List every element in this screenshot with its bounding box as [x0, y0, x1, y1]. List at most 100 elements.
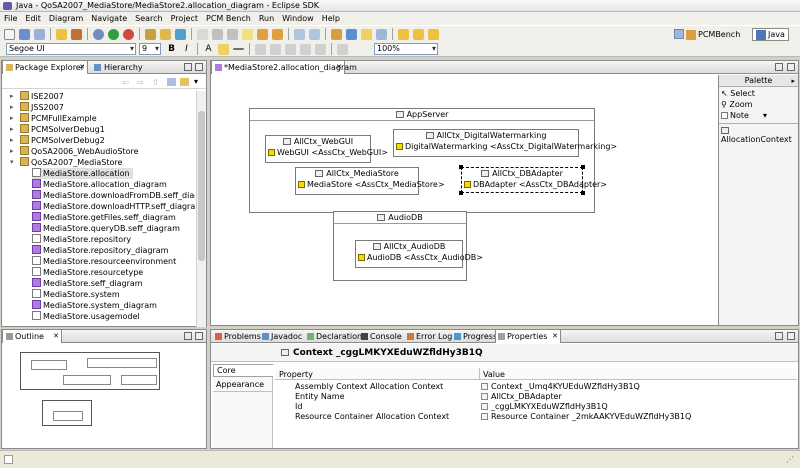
- allocation-context-digitalwatermarking[interactable]: AllCtx_DigitalWatermarking DigitalWaterm…: [393, 129, 617, 157]
- folder-icon[interactable]: [398, 28, 409, 40]
- resize-grip-icon[interactable]: ⋰: [786, 455, 794, 464]
- open-type-icon[interactable]: [56, 28, 67, 40]
- outline-thumbnail-audiodb[interactable]: [42, 400, 92, 426]
- tree-item-project[interactable]: PCMSolverDebug2 ▸: [10, 135, 105, 146]
- external-tools-icon[interactable]: [123, 28, 134, 40]
- filter-icon[interactable]: [294, 28, 305, 40]
- link-with-editor-icon[interactable]: [180, 78, 189, 86]
- tree-item-file[interactable]: MediaStore.queryDB.seff_diagram: [32, 223, 180, 234]
- tree-item-file[interactable]: MediaStore.allocation: [32, 168, 133, 179]
- font-family-combo[interactable]: Segoe UI: [6, 43, 136, 55]
- tab-progress[interactable]: Progress: [452, 330, 500, 343]
- line-color-icon[interactable]: [233, 48, 244, 50]
- tree-item-file[interactable]: MediaStore.seff_diagram: [32, 278, 143, 289]
- debug-icon[interactable]: [93, 28, 104, 40]
- expand-right-icon[interactable]: ▸: [10, 113, 14, 124]
- tab-allocation-diagram[interactable]: *MediaStore2.allocation_diagram ✕: [211, 61, 357, 74]
- open-perspective-icon[interactable]: [674, 29, 684, 39]
- selection-handle[interactable]: [459, 165, 463, 169]
- minimize-icon[interactable]: [775, 332, 783, 340]
- maximize-icon[interactable]: [787, 63, 795, 71]
- side-tab-appearance[interactable]: Appearance: [213, 379, 273, 392]
- selection-handle[interactable]: [459, 191, 463, 195]
- tree-item-file[interactable]: MediaStore.resourceenvironment: [32, 256, 176, 267]
- italic-icon[interactable]: I: [181, 44, 192, 55]
- make-same-size-icon[interactable]: [315, 43, 326, 55]
- tree-item-project[interactable]: QoSA2007_MediaStore ▾: [10, 157, 122, 168]
- menu-window[interactable]: Window: [282, 14, 314, 23]
- maximize-icon[interactable]: [195, 332, 203, 340]
- pcm-folder-icon[interactable]: [361, 28, 372, 40]
- menu-diagram[interactable]: Diagram: [49, 14, 83, 23]
- bold-icon[interactable]: B: [166, 44, 177, 55]
- table-row[interactable]: Resource Container Allocation Context Res…: [275, 412, 797, 422]
- forward-icon[interactable]: ⇨: [137, 78, 144, 87]
- close-icon[interactable]: ✕: [53, 330, 59, 343]
- tree-item-project[interactable]: PCMSolverDebug1 ▸: [10, 124, 105, 135]
- view-menu-icon[interactable]: ▾: [194, 77, 198, 86]
- previous-annotation-icon[interactable]: [227, 28, 238, 40]
- menu-project[interactable]: Project: [171, 14, 198, 23]
- expand-right-icon[interactable]: ▸: [10, 124, 14, 135]
- tree-item-project[interactable]: PCMFullExample ▸: [10, 113, 97, 124]
- font-color-icon[interactable]: A: [203, 44, 214, 55]
- minimize-icon[interactable]: [184, 332, 192, 340]
- table-row[interactable]: Id _cggLMKYXEduWZfldHy3B1Q: [275, 402, 797, 412]
- back-icon[interactable]: ⇦: [122, 78, 129, 87]
- tree-item-file[interactable]: MediaStore.system: [32, 289, 120, 300]
- folder-new-icon[interactable]: [428, 28, 439, 40]
- tree-scrollbar-thumb[interactable]: [198, 111, 205, 261]
- new-java-project-icon[interactable]: [145, 28, 156, 40]
- tree-item-project[interactable]: QoSA2006_WebAudioStore ▸: [10, 146, 139, 157]
- allocation-context-mediastore[interactable]: AllCtx_MediaStore MediaStore <AssCtx_Med…: [295, 167, 445, 195]
- expand-down-icon[interactable]: ▾: [10, 157, 14, 168]
- allocation-context-dbadapter-selected[interactable]: AllCtx_DBAdapter DBAdapter <AssCtx_DBAda…: [459, 165, 607, 195]
- tree-item-file[interactable]: MediaStore.downloadFromDB.seff_diagram: [32, 190, 195, 201]
- tree-item-file[interactable]: MediaStore.repository: [32, 234, 131, 245]
- menu-help[interactable]: Help: [322, 14, 340, 23]
- maximize-icon[interactable]: [195, 63, 203, 71]
- tab-error-log[interactable]: Error Log: [405, 330, 455, 343]
- side-tab-core[interactable]: Core: [213, 364, 273, 377]
- tree-item-file[interactable]: MediaStore.resourcetype: [32, 267, 143, 278]
- tab-hierarchy[interactable]: Hierarchy: [92, 61, 146, 74]
- table-row[interactable]: Entity Name AllCtx_DBAdapter: [275, 392, 797, 402]
- print-icon[interactable]: [34, 28, 45, 40]
- pcm-run-icon[interactable]: [346, 28, 357, 40]
- tree-item-file[interactable]: MediaStore.system_diagram: [32, 300, 157, 311]
- outline-thumbnail-appserver[interactable]: [20, 352, 160, 390]
- new-package-icon[interactable]: [160, 28, 171, 40]
- save-icon[interactable]: [19, 28, 30, 40]
- perspective-pcmbench[interactable]: PCMBench: [686, 28, 740, 41]
- menu-navigate[interactable]: Navigate: [91, 14, 127, 23]
- tab-problems[interactable]: Problems: [213, 330, 264, 343]
- fast-view-icon[interactable]: [4, 455, 13, 464]
- fill-color-icon[interactable]: [218, 43, 229, 55]
- close-icon[interactable]: ✕: [336, 61, 342, 74]
- font-size-combo[interactable]: 9: [139, 43, 161, 55]
- tab-console[interactable]: Console: [359, 330, 405, 343]
- palette-tool-allocation-context[interactable]: AllocationContext: [721, 126, 798, 144]
- select-all-icon[interactable]: [300, 43, 311, 55]
- new-class-icon[interactable]: [175, 28, 186, 40]
- forward-icon[interactable]: [272, 28, 283, 40]
- diagram-canvas[interactable]: AppServer AllCtx_WebGUI WebGUI <AssCtx_W…: [211, 75, 718, 325]
- tree-item-project[interactable]: JSS2007 ▸: [10, 102, 64, 113]
- arrange-icon[interactable]: [270, 43, 281, 55]
- menu-pcm-bench[interactable]: PCM Bench: [206, 14, 251, 23]
- perspective-java[interactable]: Java: [752, 28, 789, 41]
- zoom-icon[interactable]: [337, 43, 348, 55]
- tab-declaration[interactable]: Declaration: [305, 330, 365, 343]
- last-edit-icon[interactable]: [242, 28, 253, 40]
- collapse-all-icon[interactable]: [167, 78, 176, 86]
- allocation-context-webgui[interactable]: AllCtx_WebGUI WebGUI <AssCtx_WebGUI>: [265, 135, 388, 163]
- selection-handle[interactable]: [581, 165, 585, 169]
- maximize-icon[interactable]: [787, 332, 795, 340]
- minimize-icon[interactable]: [775, 63, 783, 71]
- zoom-combo[interactable]: 100%: [374, 43, 438, 55]
- palette-tool-note[interactable]: Note ▾: [721, 111, 767, 120]
- next-annotation-icon[interactable]: [212, 28, 223, 40]
- tree-item-file[interactable]: MediaStore.getFiles.seff_diagram: [32, 212, 176, 223]
- dropdown-icon[interactable]: ▾: [763, 111, 767, 120]
- close-icon[interactable]: ✕: [552, 330, 558, 343]
